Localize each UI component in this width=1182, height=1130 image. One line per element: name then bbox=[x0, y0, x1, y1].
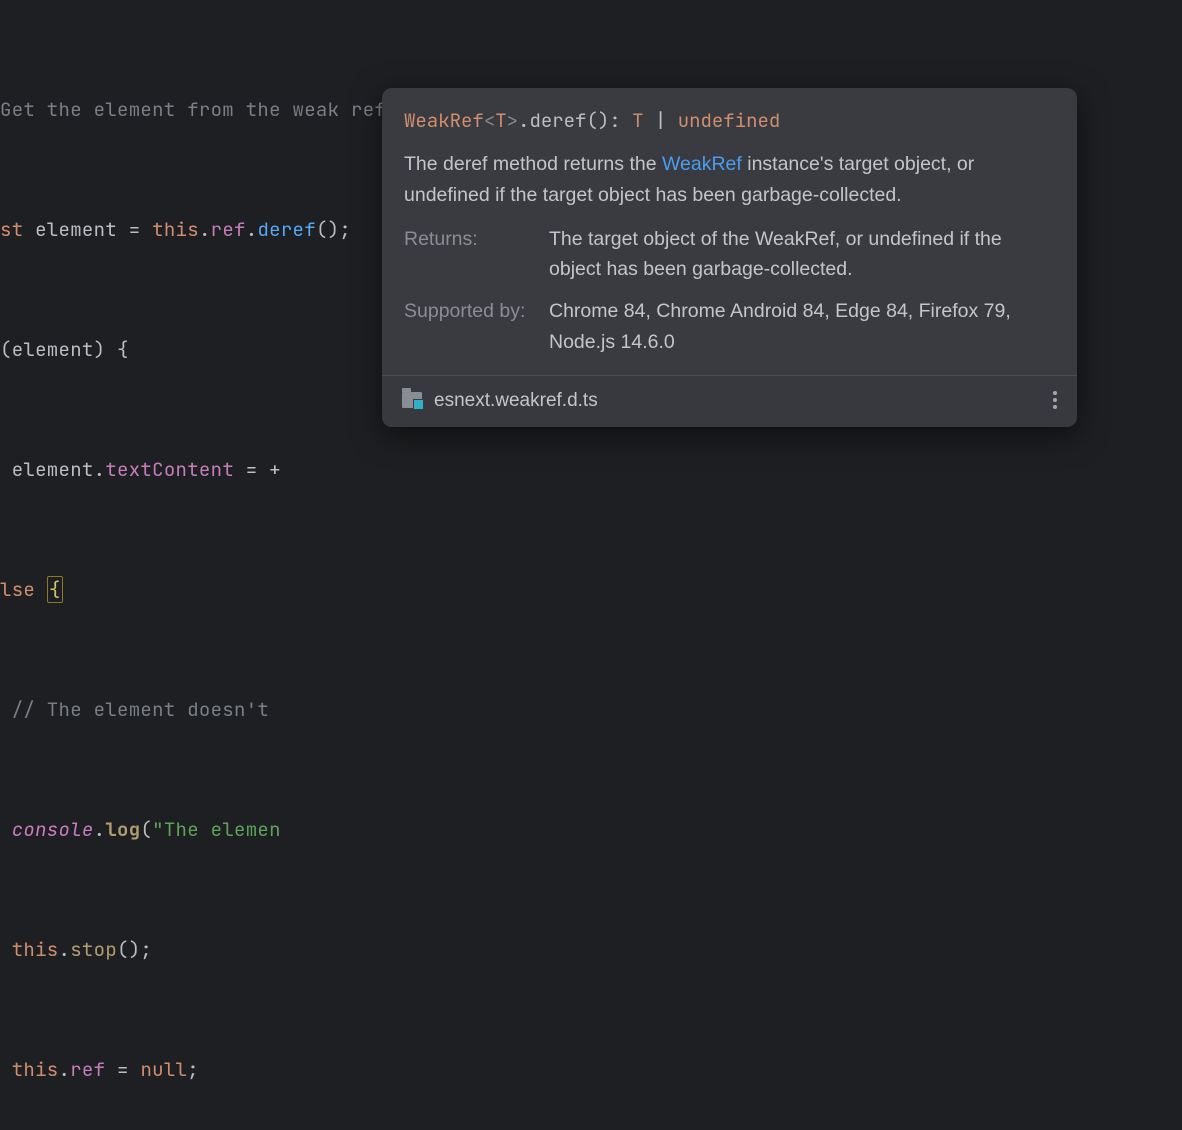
weakref-link[interactable]: WeakRef bbox=[662, 153, 742, 175]
code-line: console.log("The elemen bbox=[0, 810, 1182, 850]
doc-description: The deref method returns the WeakRef ins… bbox=[382, 145, 1077, 223]
code-line: // The element doesn't bbox=[0, 690, 1182, 730]
source-file-link[interactable]: esnext.weakref.d.ts bbox=[434, 386, 1039, 415]
returns-value: The target object of the WeakRef, or und… bbox=[549, 224, 1055, 284]
doc-signature: WeakRef<T>.deref(): T | undefined bbox=[382, 88, 1077, 145]
file-icon bbox=[402, 392, 422, 408]
code-line: element.textContent = + bbox=[0, 450, 1182, 490]
doc-details: Returns: The target object of the WeakRe… bbox=[382, 224, 1077, 375]
returns-label: Returns: bbox=[404, 224, 549, 284]
quick-doc-popup[interactable]: WeakRef<T>.deref(): T | undefined The de… bbox=[382, 88, 1077, 427]
highlighted-brace: { bbox=[47, 576, 63, 603]
supported-by-label: Supported by: bbox=[404, 296, 549, 356]
code-line: this.ref = null; bbox=[0, 1050, 1182, 1090]
more-options-icon[interactable] bbox=[1049, 387, 1061, 413]
code-line: lse { bbox=[0, 570, 1182, 610]
code-line: this.stop(); bbox=[0, 930, 1182, 970]
supported-by-value: Chrome 84, Chrome Android 84, Edge 84, F… bbox=[549, 296, 1055, 356]
doc-footer: esnext.weakref.d.ts bbox=[382, 375, 1077, 427]
